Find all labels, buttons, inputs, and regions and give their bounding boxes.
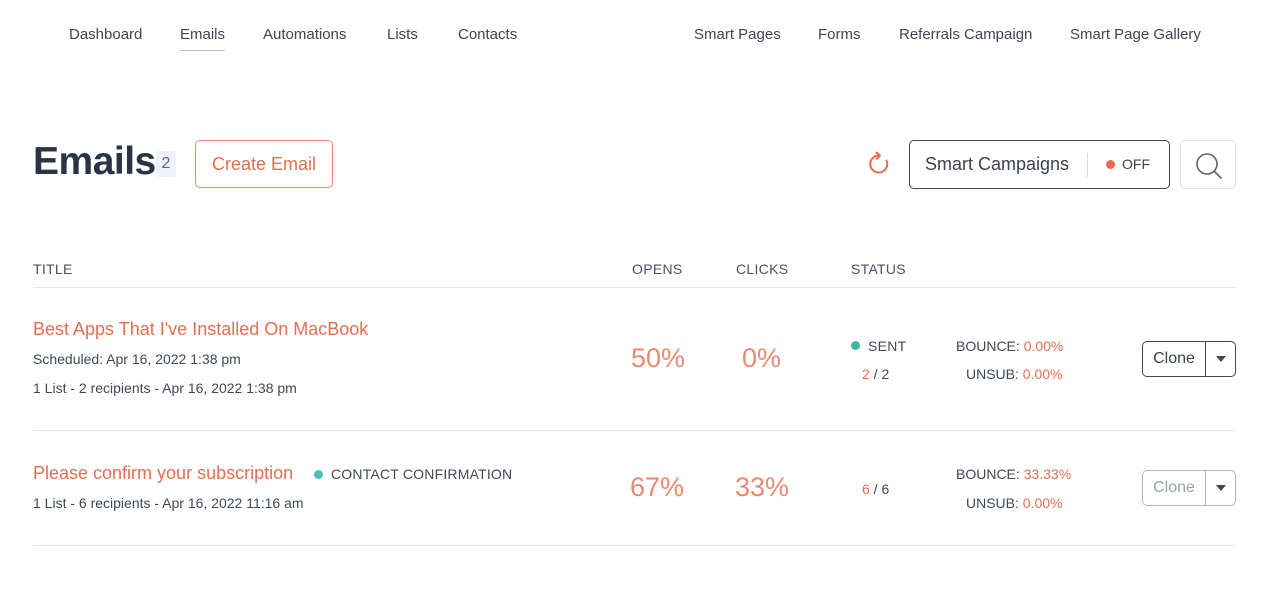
unsub-value: 0.00% [1022, 495, 1063, 511]
clone-split-button: Clone [1142, 341, 1236, 377]
email-scheduled: Scheduled: Apr 16, 2022 1:38 pm [33, 351, 241, 367]
bounce-label: BOUNCE: [956, 466, 1020, 482]
caret-down-icon[interactable] [1206, 342, 1235, 376]
column-opens: OPENS [632, 261, 683, 277]
unsub-label: UNSUB: [966, 366, 1019, 382]
sent-count: 6 [862, 481, 870, 497]
search-icon [1196, 153, 1222, 179]
email-count-badge: 2 [156, 151, 176, 177]
row-divider [33, 430, 1236, 431]
row-divider [33, 545, 1236, 546]
clicks-rate: 0% [742, 343, 782, 373]
nav-smart-pages[interactable]: Smart Pages [694, 26, 781, 43]
nav-emails[interactable]: Emails [180, 26, 226, 51]
smart-campaigns-label: Smart Campaigns [925, 154, 1070, 174]
bounce-label: BOUNCE: [956, 338, 1020, 354]
refresh-icon[interactable] [866, 151, 892, 177]
email-title-link[interactable]: Please confirm your subscription [33, 463, 293, 484]
create-email-button[interactable]: Create Email [195, 140, 333, 188]
smart-campaigns-state: OFF [1122, 156, 1150, 172]
nav-lists[interactable]: Lists [387, 26, 418, 43]
email-title-link[interactable]: Best Apps That I've Installed On MacBook [33, 319, 368, 340]
nav-automations[interactable]: Automations [263, 26, 346, 43]
column-clicks: CLICKS [736, 261, 789, 277]
column-title: TITLE [33, 261, 73, 277]
bounce-metric: BOUNCE: 33.33% [956, 466, 1071, 482]
sent-ratio: 2 / 2 [862, 366, 890, 382]
unsub-label: UNSUB: [966, 495, 1019, 511]
clone-button[interactable]: Clone [1143, 342, 1205, 376]
opens-rate: 67% [630, 472, 685, 502]
off-indicator-dot [1106, 160, 1115, 169]
unsub-value: 0.00% [1022, 366, 1063, 382]
unsub-metric: UNSUB: 0.00% [966, 495, 1063, 511]
page-title: Emails [33, 140, 156, 183]
email-details: 1 List - 6 recipients - Apr 16, 2022 11:… [33, 495, 304, 511]
email-details: 1 List - 2 recipients - Apr 16, 2022 1:3… [33, 380, 297, 396]
nav-dashboard[interactable]: Dashboard [69, 26, 142, 43]
nav-contacts[interactable]: Contacts [458, 26, 517, 43]
nav-smart-page-gallery[interactable]: Smart Page Gallery [1070, 26, 1201, 43]
column-status: STATUS [851, 261, 906, 277]
bounce-value: 0.00% [1023, 338, 1064, 354]
bounce-value: 33.33% [1023, 466, 1072, 482]
opens-rate: 50% [631, 343, 686, 373]
clone-button[interactable]: Clone [1143, 471, 1205, 505]
unsub-metric: UNSUB: 0.00% [966, 366, 1063, 382]
divider [1087, 153, 1088, 177]
clone-split-button: Clone [1142, 470, 1236, 506]
top-nav: Dashboard Emails Automations Lists Conta… [0, 0, 1280, 70]
nav-forms[interactable]: Forms [818, 26, 861, 43]
type-dot [314, 470, 323, 479]
nav-referrals-campaign[interactable]: Referrals Campaign [899, 26, 1032, 43]
search-button[interactable] [1180, 140, 1236, 189]
sent-count: 2 [862, 366, 870, 382]
clicks-rate: 33% [735, 472, 790, 502]
caret-down-icon[interactable] [1206, 471, 1235, 505]
total-count: 6 [881, 481, 890, 497]
status-badge: SENT [868, 338, 907, 354]
status-dot [851, 341, 860, 350]
smart-campaigns-toggle[interactable]: Smart Campaigns OFF [909, 140, 1170, 189]
total-count: 2 [881, 366, 890, 382]
table-divider [33, 287, 1236, 288]
bounce-metric: BOUNCE: 0.00% [956, 338, 1063, 354]
email-type-badge: CONTACT CONFIRMATION [331, 466, 513, 482]
sent-ratio: 6 / 6 [862, 481, 890, 497]
